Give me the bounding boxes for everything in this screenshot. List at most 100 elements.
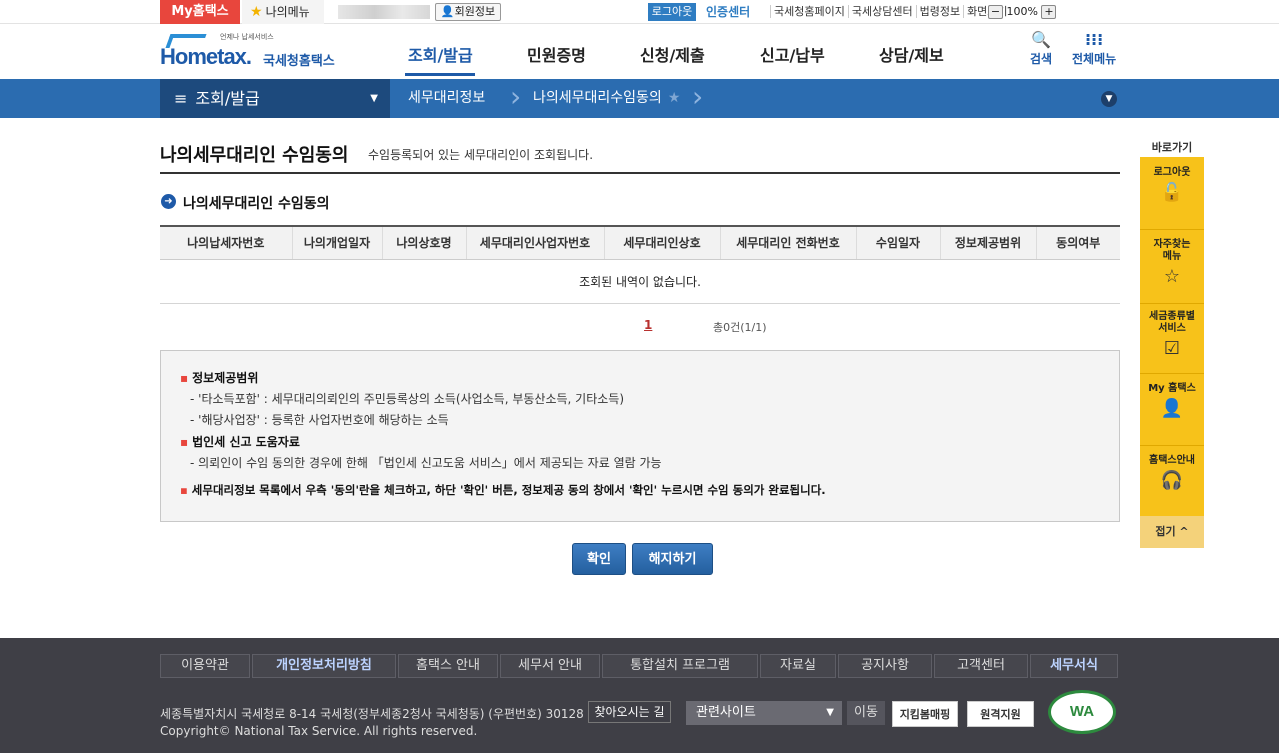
quick-logout-label: 로그아웃 <box>1153 167 1191 178</box>
zoom-in-button[interactable]: + <box>1041 5 1057 19</box>
zoom-level: 100% <box>1006 5 1038 18</box>
footer-tax-forms[interactable]: 세무서식 <box>1030 654 1118 678</box>
breadcrumb-current[interactable]: 나의세무대리수임동의 ★ <box>533 79 680 118</box>
col-consent[interactable]: 동의여부 <box>1035 225 1120 260</box>
tax-agent-table: 나의납세자번호 나의개업일자 나의상호명 세무대리인사업자번호 세무대리인상호 … <box>160 225 1120 304</box>
quick-fold-button[interactable]: 접기 ^ <box>1140 516 1204 548</box>
header: 언제나 납세서비스 Hometax. 국세청홈택스 조회/발급 민원증명 신청/… <box>0 24 1279 79</box>
col-trade-name[interactable]: 나의상호명 <box>381 225 466 260</box>
quick-logout[interactable]: 로그아웃 🔓 <box>1140 167 1204 205</box>
gnb-filing[interactable]: 신고/납부 <box>760 42 825 66</box>
search-button[interactable]: 🔍 검색 <box>1030 30 1052 67</box>
footer-privacy[interactable]: 개인정보처리방침 <box>252 654 396 678</box>
page-number-1[interactable]: 1 <box>644 318 652 332</box>
sub-navigation: ≡ 조회/발급 ▼ 세무대리정보 › 나의세무대리수임동의 ★ › ▼ <box>0 79 1279 118</box>
info-heading-corporate: ▪ 법인세 신고 도움자료 <box>180 433 300 450</box>
footer-terms[interactable]: 이용약관 <box>160 654 250 678</box>
member-info-button[interactable]: 👤회원정보 <box>435 3 501 21</box>
logout-button[interactable]: 로그아웃 <box>648 3 696 21</box>
page-description: 수임등록되어 있는 세무대리인이 조회됩니다. <box>368 148 594 162</box>
related-sites-label: 관련사이트 <box>696 705 756 720</box>
chevron-down-icon: ▼ <box>370 93 378 104</box>
footer-library[interactable]: 자료실 <box>760 654 836 678</box>
headset-icon: 🎧 <box>1160 470 1184 491</box>
col-opening-date[interactable]: 나의개업일자 <box>291 225 382 260</box>
footer-customer-center[interactable]: 고객센터 <box>934 654 1028 678</box>
info-heading-corporate-text: 법인세 신고 도움자료 <box>192 435 300 449</box>
hamburger-icon: ≡ <box>174 89 188 108</box>
wa-certification-logo: WA <box>1048 690 1116 734</box>
col-taxpayer-no[interactable]: 나의납세자번호 <box>160 225 292 260</box>
col-agent-phone[interactable]: 세무대리인 전화번호 <box>719 225 856 260</box>
subnav-expand-icon[interactable]: ▼ <box>1101 91 1117 107</box>
breadcrumb-tax-agent-info[interactable]: 세무대리정보 <box>408 79 485 118</box>
person-icon: 👤 <box>1160 398 1184 419</box>
my-hometax-tab[interactable]: My홈택스 <box>160 0 240 24</box>
grid-icon: ⁝⁝⁝ <box>1084 30 1104 49</box>
gnb-inquiry[interactable]: 조회/발급 <box>408 42 473 66</box>
terminate-button[interactable]: 해지하기 <box>632 543 713 575</box>
arrow-circle-icon: ➜ <box>161 194 176 209</box>
footer-copyright: Copyright© National Tax Service. All rig… <box>160 724 478 738</box>
footer-hometax-guide[interactable]: 홈택스 안내 <box>398 654 498 678</box>
quick-hometax-guide[interactable]: 홈택스안내 🎧 <box>1140 455 1204 493</box>
info-heading-howto-text: 세무대리정보 목록에서 우측 '동의'란을 체크하고, 하단 '확인' 버튼, … <box>191 483 826 497</box>
cert-center-link[interactable]: 인증센터 <box>706 3 750 21</box>
all-menu-button[interactable]: ⁝⁝⁝ 전체메뉴 <box>1072 30 1116 67</box>
gnb-counsel[interactable]: 상담/제보 <box>879 42 944 66</box>
member-info-label: 회원정보 <box>454 5 496 18</box>
bullet-icon: ▪ <box>180 435 189 449</box>
quick-my-hometax-label: My 홈택스 <box>1148 383 1196 394</box>
quick-favorites-label: 자주찾는 메뉴 <box>1153 239 1191 262</box>
breadcrumb-separator-icon: › <box>692 80 704 113</box>
zoom-control: − 100% + <box>988 3 1057 21</box>
col-agent-name[interactable]: 세무대리인상호 <box>603 225 720 260</box>
col-agent-biz-no[interactable]: 세무대리인사업자번호 <box>465 225 604 260</box>
nts-homepage-link[interactable]: 국세청홈페이지 <box>770 5 848 18</box>
quick-tax-type-service[interactable]: 세금종류별 서비스 ☑ <box>1140 311 1204 361</box>
move-button[interactable]: 이동 <box>847 701 885 725</box>
hometax-logo[interactable]: 언제나 납세서비스 Hometax. 국세청홈택스 <box>160 32 340 72</box>
related-sites-select[interactable]: 관련사이트 ▼ <box>686 701 842 725</box>
total-count: 총0건(1/1) <box>713 321 767 334</box>
table-row: 조회된 내역이 없습니다. <box>160 259 1120 304</box>
info-line-workplace: - '해당사업장' : 등록한 사업자번호에 해당하는 소득 <box>190 413 449 427</box>
quick-my-hometax[interactable]: My 홈택스 👤 <box>1140 383 1204 421</box>
footer: 이용약관 개인정보처리방침 홈택스 안내 세무서 안내 통합설치 프로그램 자료… <box>0 638 1279 753</box>
col-info-scope[interactable]: 정보제공범위 <box>939 225 1036 260</box>
user-icon: 👤 <box>440 5 455 18</box>
gnb-certificates[interactable]: 민원증명 <box>527 42 586 66</box>
logo-tagline: 언제나 납세서비스 <box>220 33 274 41</box>
bullet-icon: ▪ <box>180 371 189 385</box>
subnav-category-select[interactable]: ≡ 조회/발급 ▼ <box>160 79 390 118</box>
favorite-star-icon[interactable]: ★ <box>668 90 681 106</box>
tax-counsel-link[interactable]: 국세상담센터 <box>847 5 916 18</box>
my-menu-tab[interactable]: ★ 나의메뉴 <box>242 0 324 24</box>
zoom-out-button[interactable]: − <box>988 5 1003 19</box>
info-line-other-income: - '타소득포함' : 세무대리의뢰인의 주민등록상의 소득(사업소득, 부동산… <box>190 392 625 406</box>
quick-divider <box>1140 229 1204 230</box>
badge-jikimbom[interactable]: 지킴봄매핑 <box>892 701 958 727</box>
chevron-down-icon: ▼ <box>826 707 834 718</box>
footer-tax-office[interactable]: 세무서 안내 <box>500 654 600 678</box>
quick-tax-type-label: 세금종류별 서비스 <box>1149 311 1195 334</box>
confirm-button[interactable]: 확인 <box>572 543 626 575</box>
quick-divider <box>1140 303 1204 304</box>
breadcrumb-separator-icon: › <box>510 80 522 113</box>
footer-notice[interactable]: 공지사항 <box>838 654 932 678</box>
gnb-application[interactable]: 신청/제출 <box>640 42 705 66</box>
law-info-link[interactable]: 법령정보 <box>915 5 964 18</box>
utility-links: 국세청홈페이지국세상담센터법령정보화면크기 <box>770 3 1011 21</box>
quick-divider <box>1140 373 1204 374</box>
find-way-button[interactable]: 찾아오시는 길 <box>588 701 671 723</box>
all-menu-label: 전체메뉴 <box>1072 52 1117 66</box>
quick-favorites[interactable]: 자주찾는 메뉴 ☆ <box>1140 239 1204 289</box>
footer-install-program[interactable]: 통합설치 프로그램 <box>602 654 758 678</box>
footer-address: 세종특별자치시 국세청로 8-14 국세청(정부세종2청사 국세청동) (우편번… <box>160 707 584 721</box>
table-header-row: 나의납세자번호 나의개업일자 나의상호명 세무대리인사업자번호 세무대리인상호 … <box>160 225 1120 260</box>
col-appointment-date[interactable]: 수임일자 <box>855 225 940 260</box>
blurred-user-name <box>338 5 430 19</box>
quick-menu: 로그아웃 🔓 자주찾는 메뉴 ☆ 세금종류별 서비스 ☑ My 홈택스 👤 홈택스안내 🎧… <box>1140 157 1204 548</box>
remote-support-button[interactable]: 원격지원 <box>967 701 1034 727</box>
star-outline-icon: ☆ <box>1163 266 1181 287</box>
